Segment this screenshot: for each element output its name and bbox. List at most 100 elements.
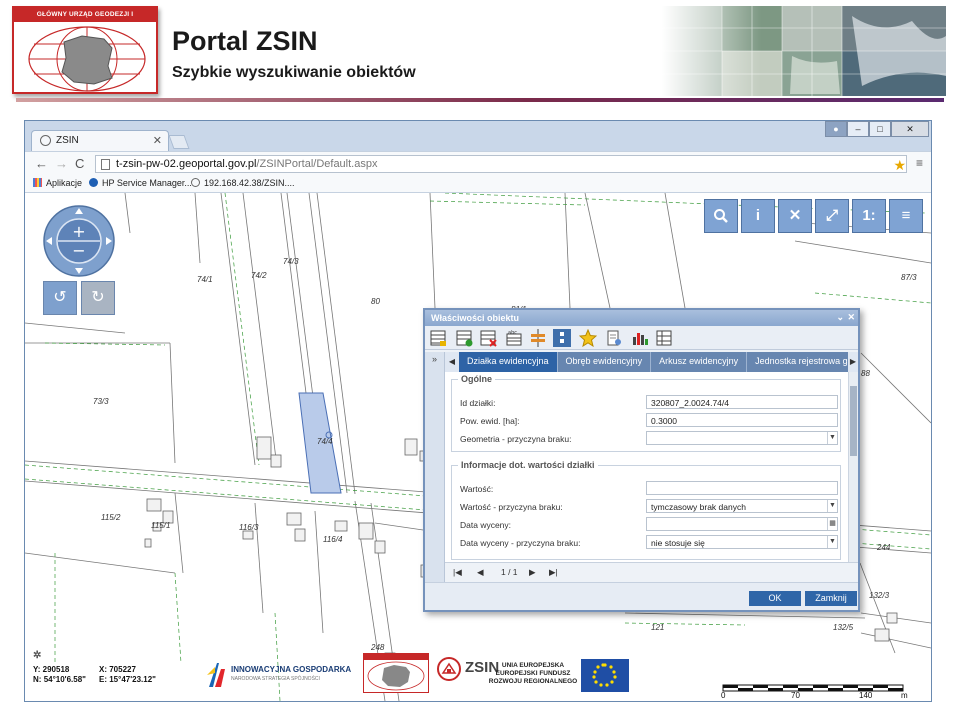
back-arrow-icon[interactable]: ← — [35, 156, 48, 171]
table-add-icon[interactable] — [455, 329, 473, 347]
undo-extent-button[interactable]: ↺ — [43, 281, 77, 315]
plot-label: 132/5 — [833, 623, 854, 632]
layers-zoom-icon[interactable] — [529, 329, 547, 347]
full-extent-icon[interactable]: ✕ — [778, 199, 812, 233]
ok-button[interactable]: OK — [749, 591, 801, 606]
value-reason-select[interactable]: tymczasowy brak danych ▼ — [646, 499, 838, 513]
map-navigation-wheel[interactable]: + − — [43, 205, 115, 277]
plot-label: 121 — [651, 623, 665, 632]
value-field[interactable] — [646, 481, 838, 495]
dialog-tab-bar: ◀ Działka ewidencyjna Obręb ewidencyjny Ark… — [445, 352, 858, 372]
value-label: Wartość: — [460, 484, 494, 494]
tab-precinct[interactable]: Obręb ewidencyjny — [557, 352, 652, 372]
gugik-logo: GŁÓWNY URZĄD GEODEZJI I KARTOGRAFII — [12, 6, 158, 94]
redo-extent-button[interactable]: ↻ — [81, 281, 115, 315]
bookmark-label: Aplikacje — [46, 178, 83, 188]
innovative-economy-text: INNOWACYJNA GOSPODARKA — [231, 665, 352, 674]
tab-title: ZSIN — [56, 135, 79, 146]
tab-parcel[interactable]: Działka ewidencyjna — [459, 352, 558, 372]
chevron-down-icon[interactable]: ▼ — [827, 500, 837, 512]
chevron-down-icon[interactable]: ▼ — [827, 536, 837, 548]
selected-objects-icon[interactable] — [553, 329, 571, 347]
bookmark-apps[interactable]: Aplikacje — [33, 178, 82, 188]
export-table-icon[interactable]: abc — [505, 329, 523, 347]
fullscreen-icon[interactable]: ⤢ — [815, 199, 849, 233]
chevron-down-icon[interactable]: ▼ — [827, 432, 837, 444]
dialog-scrollbar[interactable] — [848, 372, 858, 562]
parcel-id-field[interactable]: 320807_2.0024.74/4 — [646, 395, 838, 409]
scrollbar-thumb[interactable] — [850, 386, 857, 456]
new-tab-button[interactable] — [168, 135, 190, 149]
forward-arrow-icon[interactable]: → — [55, 156, 68, 171]
dialog-close-icon[interactable]: ✕ — [847, 312, 855, 323]
dialog-content: Ogólne Id działki: 320807_2.0024.74/4 Po… — [445, 372, 858, 562]
collapse-icon[interactable]: ⌄ — [836, 312, 844, 323]
tab-scroll-left-icon[interactable]: ◀ — [445, 352, 459, 372]
satellite-imagery-banner — [662, 6, 946, 96]
plot-label: 74/3 — [283, 257, 299, 266]
close-button[interactable]: Zamknij — [805, 591, 857, 606]
plot-label: 74/4 — [317, 437, 333, 446]
coord-x-value: 705227 — [109, 665, 136, 674]
table-delete-icon[interactable] — [479, 329, 497, 347]
plot-label: 74/1 — [197, 275, 213, 284]
browser-window: ZSIN ✕ ● – □ ✕ ← → C t-zsin-pw-02.geopor… — [24, 120, 932, 702]
map-canvas[interactable]: 74/1 74/2 74/3 80 81/1 87/3 73/3 74/4 11… — [25, 193, 931, 701]
print-icon[interactable] — [605, 329, 623, 347]
expand-side-panel-icon[interactable]: » — [425, 352, 445, 582]
eu-text-line2: EUROPEJSKI FUNDUSZ — [495, 670, 571, 677]
eu-text-line1: UNIA EUROPEJSKA — [501, 662, 565, 669]
close-window-button[interactable]: ✕ — [891, 121, 929, 137]
search-icon[interactable] — [704, 199, 738, 233]
geometry-reason-select[interactable]: ▼ — [646, 431, 838, 445]
user-profile-icon[interactable]: ● — [825, 121, 847, 137]
valuation-date-field[interactable]: ▦ — [646, 517, 838, 531]
plot-label: 87/3 — [901, 273, 917, 282]
dialog-titlebar[interactable]: Właściwości obiektu ⌄ ✕ — [425, 310, 858, 326]
prev-page-icon[interactable]: ◀ — [477, 567, 484, 578]
svg-text:abc: abc — [508, 330, 517, 336]
next-page-icon[interactable]: ▶ — [529, 567, 536, 578]
slide-subtitle: Szybkie wyszukiwanie obiektów — [172, 64, 416, 81]
menu-icon[interactable]: ≡ — [889, 199, 923, 233]
plot-label: 132/3 — [869, 591, 890, 600]
eu-flag-icon — [581, 659, 629, 692]
plot-label: 116/3 — [239, 523, 259, 532]
bookmark-star-icon[interactable]: ★ — [893, 157, 906, 174]
first-page-icon[interactable]: |◀ — [453, 567, 462, 578]
minimize-button[interactable]: – — [847, 121, 869, 137]
tab-close-icon[interactable]: ✕ — [153, 134, 162, 147]
url-host: t-zsin-pw-02.geoportal.gov.pl — [116, 158, 257, 170]
tab-sheet[interactable]: Arkusz ewidencyjny — [651, 352, 748, 372]
info-icon[interactable]: i — [741, 199, 775, 233]
general-legend: Ogólne — [461, 374, 492, 384]
favorite-star-icon[interactable] — [579, 329, 597, 347]
scale-label: 140 — [859, 691, 873, 700]
browser-tab[interactable]: ZSIN ✕ — [31, 130, 169, 151]
header-divider — [16, 98, 944, 102]
value-reason-value: tymczasowy brak danych — [651, 502, 746, 512]
grid-settings-icon[interactable] — [655, 329, 673, 347]
valuation-reason-select[interactable]: nie stosuje się ▼ — [646, 535, 838, 549]
innovative-economy-subtext: NARODOWA STRATEGIA SPÓJNOŚCI — [231, 676, 320, 682]
bookmark-zsin-ip[interactable]: 192.168.42.38/ZSIN.... — [191, 178, 295, 188]
area-field[interactable]: 0.3000 — [646, 413, 838, 427]
apps-grid-icon — [33, 178, 42, 187]
calendar-icon[interactable]: ▦ — [827, 518, 837, 530]
coord-x-label: X: — [99, 665, 107, 674]
scale-icon[interactable]: 1: — [852, 199, 886, 233]
last-page-icon[interactable]: ▶| — [549, 567, 558, 578]
tab-registry-unit[interactable]: Jednostka rejestrowa grun — [747, 352, 858, 372]
browser-menu-icon[interactable]: ≡ — [916, 156, 923, 170]
reload-icon[interactable]: C — [75, 156, 84, 171]
bookmark-hp-service-manager[interactable]: HP Service Manager... — [89, 178, 192, 188]
tab-scroll-right-icon[interactable]: ▶ — [848, 352, 858, 372]
statistics-chart-icon[interactable] — [631, 329, 649, 347]
funding-logos: INNOWACYJNA GOSPODARKA NARODOWA STRATEGI… — [207, 653, 632, 697]
address-bar[interactable]: t-zsin-pw-02.geoportal.gov.pl/ZSINPortal… — [95, 155, 907, 173]
scale-label: m — [901, 691, 908, 700]
maximize-button[interactable]: □ — [869, 121, 891, 137]
coord-e-label: E: — [99, 675, 107, 684]
coord-n-value: 54°10'6.58" — [43, 675, 86, 684]
attribute-table-icon[interactable] — [429, 329, 447, 347]
